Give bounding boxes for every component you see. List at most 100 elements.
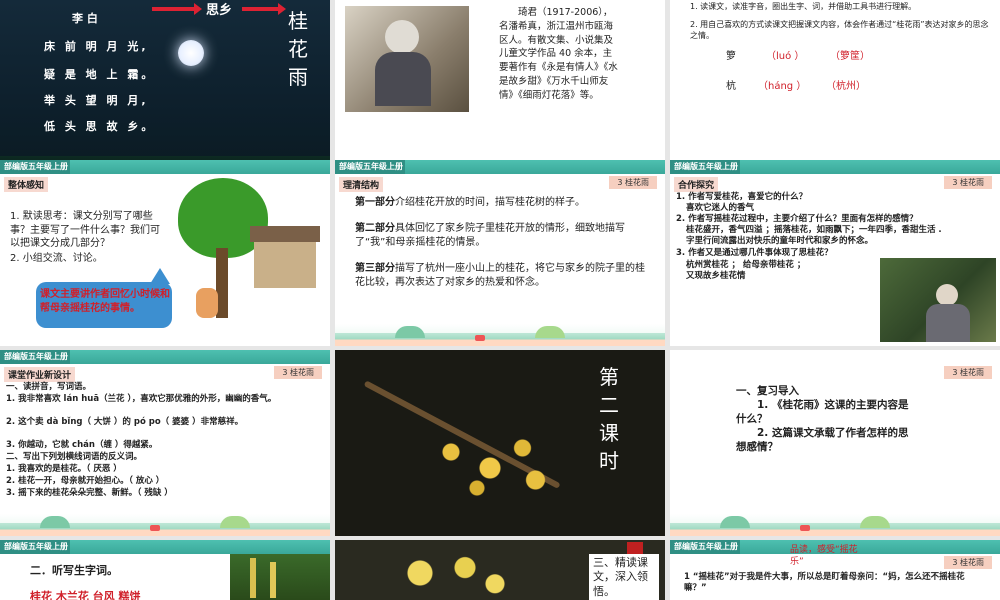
dictation-words: 桂花 木兰花 台风 糕饼 [30,590,141,600]
lesson-tag: 3 桂花雨 [944,556,992,569]
slide-footer [335,324,665,346]
poet-name: 李 白 [72,12,98,25]
bubble-text: 课文主要讲作者回忆小时候和帮母亲摇桂花的事情。 [40,289,170,314]
explore-q3: 3. 作者又是通过哪几件事体现了思桂花？ [676,248,833,258]
review-q2: 2. 这篇课文承载了作者怎样的思想感情？ [736,427,909,454]
grade-label: 部编版五年级上册 [674,542,738,551]
slide-header: 部编版五年级上册 [0,350,330,364]
slide-5-structure[interactable]: 部编版五年级上册 理清结构 3 桂花雨 第一部分介绍桂花开放的时间，描写桂花树的… [335,160,665,346]
arrow-word: 思乡 [206,3,233,18]
dictation-heading: 二．听写生字词。 [30,564,118,577]
author-photo [345,6,469,112]
elder-photo [880,258,996,342]
hw-line-3: 3. 你越动，它就 chán（缠 ）得越紧。 [6,440,158,450]
savor-line-1: 1 “摇桂花”对于我是件大事，所以总是盯着母亲问：“妈，怎么还不摇桂花嘛？” [684,572,965,594]
arrow-right-icon [152,7,196,11]
part-3-body: 描写了杭州一座小山上的桂花，将它与家乡的院子里的桂花比较，再次表达了对家乡的热爱… [355,263,645,288]
arrow-head-icon [194,3,202,15]
arrow-right-icon [242,7,280,11]
part-1: 第一部分介绍桂花开放的时间，描写桂花树的样子。 [355,196,645,210]
savor-title: 品读，感受“摇花乐” [790,545,858,568]
hw-heading-2: 二、写出下列划横线词语的反义词。 [6,452,143,462]
vertical-title-char-1: 桂 [288,9,308,33]
osmanthus-flowers [375,546,525,600]
part-2: 第二部分具体回忆了家乡院子里桂花开放的情形，细致地描写了“我”和母亲摇桂花的情景… [355,222,645,249]
tree-illustration [168,178,320,328]
grade-label: 部编版五年级上册 [4,352,68,361]
question-1: 1. 默读思考：课文分别写了哪些事？主要写了一件什么事？我们可以把课文分成几部分… [10,211,160,249]
explore-a2b: 字里行间流露出对快乐的童年时代和家乡的怀念。 [686,236,874,246]
slide-4-overview[interactable]: 部编版五年级上册 整体感知 1. 默读思考：课文分别写了哪些事？主要写了一件什么… [0,160,330,346]
slide-header: 部编版五年级上册 [335,160,665,174]
explore-a1: 喜欢它迷人的香气 [686,203,755,213]
explore-a3a: 杭州赏桂花 ； 给母亲带桂花 ； [686,260,806,270]
poem-line-2: 疑 是 地 上 霜。 [44,68,156,81]
slide-header: 部编版五年级上册 [0,540,330,554]
poem-line-1: 床 前 明 月 光, [44,40,149,53]
vocab-word-1: （箩筐） [830,51,870,62]
grade-label: 部编版五年级上册 [4,542,68,551]
grade-label: 部编版五年级上册 [674,162,738,171]
vertical-char-3: 课 [599,421,619,445]
vocab-word-2: （杭州） [826,81,866,92]
poem-line-4: 低 头 思 故 乡。 [44,120,156,133]
question-2: 2. 小组交流、讨论。 [10,253,103,264]
hw-item-3: 3. 摇下来的桂花朵朵完整、新鲜。（ 残缺 ） [6,488,173,498]
part-1-body: 介绍桂花开放的时间，描写桂花树的样子。 [395,197,585,208]
grade-label: 部编版五年级上册 [4,162,68,171]
task-item-2: 2. 用自己喜欢的方式读课文把握课文内容，体会作者通过“桂花雨”表达对家乡的思念… [690,20,989,40]
lesson-tag: 3 桂花雨 [609,176,657,189]
arrow-head-icon [278,3,286,15]
lesson-tag: 3 桂花雨 [944,366,992,379]
speech-bubble-tail [150,268,170,284]
part-2-head: 第二部分 [355,223,395,234]
vocab-pinyin-2: （háng ） [758,81,807,92]
flower-photo [230,554,330,600]
hw-line-2: 2. 这个卖 dà bǐng（ 大饼 ）的 pó po（ 婆婆 ）非常慈祥。 [6,417,244,427]
part-3: 第三部分描写了杭州一座小山上的桂花，将它与家乡的院子里的桂花比较，再次表达了对家… [355,262,645,289]
slide-10-dictation[interactable]: 部编版五年级上册 二．听写生字词。 桂花 木兰花 台风 糕饼 [0,540,330,600]
vertical-char-1: 第 [599,365,619,389]
vertical-char-2: 二 [599,393,619,417]
part-2-body: 具体回忆了家乡院子里桂花开放的情形，细致地描写了“我”和母亲摇桂花的情景。 [355,223,625,248]
close-reading-text: 三、精读课文，深入领悟。 [593,556,648,598]
review-q1: 1. 《桂花雨》这课的主要内容是什么？ [736,399,909,426]
hw-line-1: 1. 我非常喜欢 lán huā（兰花 ），喜欢它那优雅的外形，幽幽的香气。 [6,394,277,404]
slide-3-reading[interactable]: 1. 读课文，读准字音，圈出生字、词，并借助工具书进行理解。 2. 用自己喜欢的… [670,0,1000,186]
slide-footer [0,514,330,536]
slide-6-explore[interactable]: 部编版五年级上册 合作探究 3 桂花雨 1. 作者写爱桂花，喜爱它的什么？ 喜欢… [670,160,1000,346]
vertical-char-4: 时 [599,449,619,473]
slide-header: 部编版五年级上册 [670,160,1000,174]
hw-item-1: 1. 我喜欢的是桂花。（ 厌恶 ） [6,464,122,474]
section-label: 合作探究 [674,177,719,192]
slide-11-close-reading[interactable]: 三、精读课文，深入领悟。 [335,540,665,600]
slide-2-author[interactable]: 琦君（1917-2006），名潘希真，浙江温州市瓯海区人。有散文集、小说集及儿童… [335,0,665,186]
part-3-head: 第三部分 [355,263,395,274]
section-label: 理清结构 [339,177,384,192]
explore-a3b: 又现故乡桂花情 [686,271,746,281]
grade-label: 部编版五年级上册 [339,162,403,171]
vertical-title-char-2: 花 [288,37,308,61]
vertical-title-char-3: 雨 [288,65,308,89]
lesson-tag: 3 桂花雨 [274,366,322,379]
full-moon [178,40,204,66]
slide-12-savor[interactable]: 部编版五年级上册 3 桂花雨 品读，感受“摇花乐” 1 “摇桂花”对于我是件大事… [670,540,1000,600]
slide-header: 部编版五年级上册 [0,160,330,174]
slide-7-homework[interactable]: 部编版五年级上册 课堂作业新设计 3 桂花雨 一、读拼音，写词语。 1. 我非常… [0,350,330,536]
lesson-tag: 3 桂花雨 [944,176,992,189]
osmanthus-flowers [425,420,555,500]
section-label: 课堂作业新设计 [4,367,76,382]
explore-a2a: 桂花盛开，香气四溢 ；摇落桂花，如雨飘下；一年四季，香甜生活 . [686,225,942,235]
part-1-head: 第一部分 [355,197,395,208]
explore-q1: 1. 作者写爱桂花，喜爱它的什么？ [676,192,808,202]
slide-1-poem[interactable]: 李 白 床 前 明 月 光, 疑 是 地 上 霜。 举 头 望 明 月, 低 头… [0,0,330,186]
task-item-1: 1. 读课文，读准字音，圈出生字、词，并借助工具书进行理解。 [690,2,917,11]
explore-q2: 2. 作者写摇桂花过程中，主要介绍了什么？里面有怎样的感情？ [676,214,918,224]
vocab-char-2: 杭 [726,81,736,92]
section-label: 整体感知 [4,177,49,192]
slide-footer [670,514,1000,536]
vocab-char-1: 箩 [726,51,736,62]
slide-9-review[interactable]: 3 桂花雨 一、复习导入 1. 《桂花雨》这课的主要内容是什么？ 2. 这篇课文… [670,350,1000,536]
hw-heading-1: 一、读拼音，写词语。 [6,382,92,392]
slide-8-second-lesson[interactable]: 第 二 课 时 [335,350,665,536]
